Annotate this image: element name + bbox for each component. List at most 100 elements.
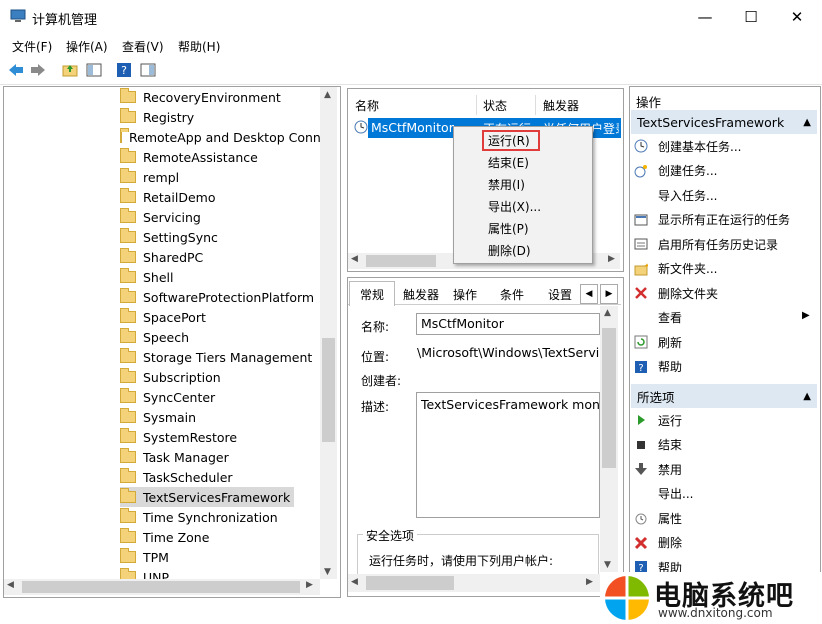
detail-scrollbar-thumb[interactable] bbox=[602, 328, 616, 468]
tree-scrollbar-thumb[interactable] bbox=[322, 338, 335, 442]
tree-item[interactable]: TaskScheduler bbox=[120, 467, 237, 487]
tree-item[interactable]: Registry bbox=[120, 107, 198, 127]
detail-scroll-right-icon[interactable]: ▶ bbox=[586, 577, 593, 587]
tab-general[interactable]: 常规 bbox=[349, 281, 395, 306]
tree-item[interactable]: Shell bbox=[120, 267, 178, 287]
tree-item[interactable]: RecoveryEnvironment bbox=[120, 87, 285, 107]
tree-scrollbar-vertical[interactable] bbox=[320, 87, 337, 579]
action-item[interactable]: 删除文件夹 bbox=[634, 281, 718, 305]
action-item[interactable]: ✦ 新文件夹... bbox=[634, 257, 717, 281]
action-item[interactable]: 创建基本任务... bbox=[634, 134, 741, 158]
collapse-up-icon-2[interactable]: ▲ bbox=[803, 391, 811, 402]
ctx-properties[interactable]: 属性(P) bbox=[488, 217, 529, 239]
detail-hscroll-thumb[interactable] bbox=[366, 576, 454, 590]
tree-item[interactable]: Speech bbox=[120, 327, 193, 347]
menu-help[interactable]: 帮助(H) bbox=[178, 38, 220, 55]
ctx-disable[interactable]: 禁用(I) bbox=[488, 173, 525, 195]
action-item[interactable]: 结束 bbox=[634, 433, 682, 457]
tree-item[interactable]: SpacePort bbox=[120, 307, 210, 327]
action-item[interactable]: 创建任务... bbox=[634, 159, 717, 183]
action-item[interactable]: 属性 bbox=[634, 506, 682, 530]
tab-scroll-right-icon[interactable]: ▶ bbox=[600, 284, 618, 304]
task-scroll-left-icon[interactable]: ◀ bbox=[351, 254, 358, 264]
tree-item[interactable]: SharedPC bbox=[120, 247, 207, 267]
menu-file[interactable]: 文件(F) bbox=[12, 38, 52, 55]
ctx-export[interactable]: 导出(X)... bbox=[488, 195, 541, 217]
section-folder-title: TextServicesFramework bbox=[637, 114, 785, 130]
task-name[interactable]: MsCtfMonitor bbox=[371, 120, 454, 135]
task-list-hscroll-thumb[interactable] bbox=[366, 255, 436, 267]
task-scroll-right-icon[interactable]: ▶ bbox=[608, 254, 615, 264]
ctx-run[interactable]: 运行(R) bbox=[488, 129, 530, 151]
maximize-button[interactable]: ☐ bbox=[728, 0, 774, 34]
menu-view[interactable]: 查看(V) bbox=[122, 38, 164, 55]
action-item[interactable]: 禁用 bbox=[634, 457, 682, 481]
tree-item-label: Servicing bbox=[143, 209, 201, 225]
scroll-down-icon[interactable]: ▼ bbox=[324, 567, 331, 577]
tree-item[interactable]: Task Manager bbox=[120, 447, 233, 467]
action-item[interactable]: 启用所有任务历史记录 bbox=[634, 232, 778, 256]
forward-arrow-icon[interactable] bbox=[28, 60, 48, 80]
submenu-arrow-icon: ▶ bbox=[802, 310, 810, 321]
detail-scroll-up-icon[interactable]: ▲ bbox=[604, 308, 611, 318]
name-field[interactable]: MsCtfMonitor bbox=[416, 313, 600, 335]
tree-item[interactable]: Subscription bbox=[120, 367, 225, 387]
ctx-delete[interactable]: 删除(D) bbox=[488, 239, 531, 261]
description-field[interactable]: TextServicesFramework monito bbox=[416, 392, 600, 518]
tree-item-label: rempl bbox=[143, 169, 180, 185]
tree-item[interactable]: Time Synchronization bbox=[120, 507, 282, 527]
collapse-up-icon[interactable]: ▲ bbox=[803, 117, 811, 128]
detail-scroll-down-icon[interactable]: ▼ bbox=[604, 560, 611, 570]
action-item[interactable]: 运行 bbox=[634, 408, 682, 432]
tree-item[interactable]: TextServicesFramework bbox=[120, 487, 295, 507]
tab-settings[interactable]: 设置 bbox=[542, 283, 578, 305]
tab-actions[interactable]: 操作 bbox=[448, 283, 482, 305]
scroll-left-icon[interactable]: ◀ bbox=[7, 580, 14, 590]
help-toolbar-icon[interactable]: ? bbox=[114, 60, 134, 80]
tab-triggers[interactable]: 触发器 bbox=[398, 283, 444, 305]
actions-section-folder[interactable]: TextServicesFramework ▲ bbox=[631, 110, 817, 134]
tree-item[interactable]: SyncCenter bbox=[120, 387, 219, 407]
tree-item-label: RetailDemo bbox=[143, 189, 216, 205]
tab-scroll-left-icon[interactable]: ◀ bbox=[580, 284, 598, 304]
scroll-right-icon[interactable]: ▶ bbox=[306, 580, 313, 590]
action-item[interactable]: 导出... bbox=[634, 482, 693, 506]
tree-item[interactable]: rempl bbox=[120, 167, 183, 187]
show-action-pane-icon[interactable] bbox=[138, 60, 158, 80]
tree-item[interactable]: Storage Tiers Management bbox=[120, 347, 316, 367]
action-item[interactable]: 刷新 bbox=[634, 330, 682, 354]
column-trigger[interactable]: 触发器 bbox=[543, 95, 613, 115]
minimize-button[interactable]: — bbox=[682, 0, 728, 34]
column-status[interactable]: 状态 bbox=[483, 95, 533, 115]
tree-item[interactable]: Servicing bbox=[120, 207, 205, 227]
action-label: 结束 bbox=[658, 438, 683, 452]
actions-section-selected[interactable]: 所选项 ▲ bbox=[631, 384, 817, 408]
tab-conditions[interactable]: 条件 bbox=[494, 283, 530, 305]
scroll-up-icon[interactable]: ▲ bbox=[324, 90, 331, 100]
up-folder-icon[interactable] bbox=[60, 60, 80, 80]
action-item[interactable]: 查看 bbox=[634, 306, 682, 330]
tree-item[interactable]: Time Zone bbox=[120, 527, 213, 547]
ctx-end[interactable]: 结束(E) bbox=[488, 151, 529, 173]
tree-item[interactable]: RemoteApp and Desktop Conn bbox=[120, 127, 324, 147]
show-hide-tree-icon[interactable] bbox=[84, 60, 104, 80]
tree-hscroll-thumb[interactable] bbox=[22, 581, 300, 593]
action-item[interactable]: ? 帮助 bbox=[634, 355, 682, 379]
detail-scroll-left-icon[interactable]: ◀ bbox=[351, 577, 358, 587]
column-name[interactable]: 名称 bbox=[355, 95, 475, 115]
tree-item[interactable]: SoftwareProtectionPlatform bbox=[120, 287, 318, 307]
tree-item[interactable]: SettingSync bbox=[120, 227, 222, 247]
tree-item[interactable]: RemoteAssistance bbox=[120, 147, 262, 167]
action-item[interactable]: 显示所有正在运行的任务 bbox=[634, 208, 790, 232]
action-item[interactable]: 删除 bbox=[634, 531, 682, 555]
tree-item[interactable]: Sysmain bbox=[120, 407, 200, 427]
close-button[interactable]: ✕ bbox=[774, 0, 820, 34]
tree-item[interactable]: RetailDemo bbox=[120, 187, 219, 207]
tree-item[interactable]: TPM bbox=[120, 547, 173, 567]
tree-item[interactable]: SystemRestore bbox=[120, 427, 241, 447]
back-arrow-icon[interactable] bbox=[6, 60, 26, 80]
tree-item-label: SettingSync bbox=[143, 229, 218, 245]
blank-icon bbox=[634, 188, 648, 202]
menu-action[interactable]: 操作(A) bbox=[66, 38, 108, 55]
action-item[interactable]: 导入任务... bbox=[634, 183, 717, 207]
